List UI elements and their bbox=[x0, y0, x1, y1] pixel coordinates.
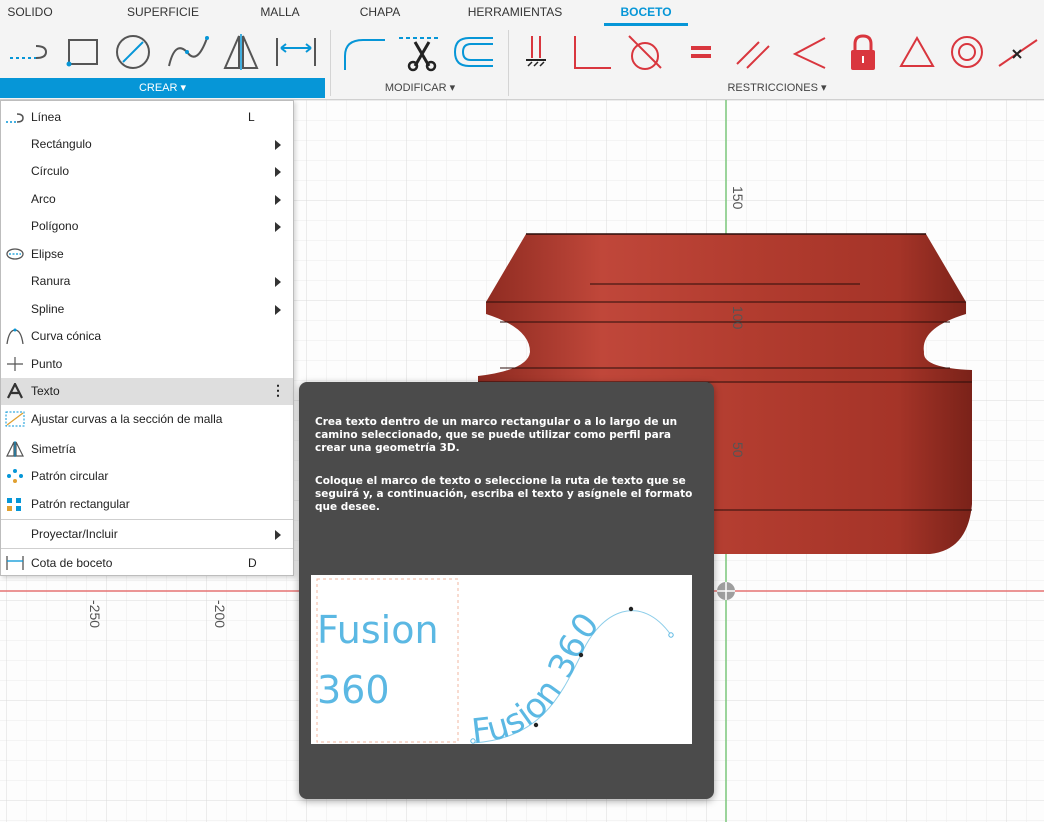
menu-separator bbox=[1, 519, 293, 520]
menu-separator bbox=[1, 548, 293, 549]
circle-tool-icon[interactable] bbox=[110, 30, 156, 74]
text-frame-outline bbox=[316, 578, 459, 743]
toolbar: CREAR ▾ MODIFICAR ▾ RESTRICCIONES ▾ bbox=[0, 26, 1044, 100]
crear-dropdown[interactable]: CREAR ▾ bbox=[0, 78, 325, 98]
tab-solido[interactable]: SOLIDO bbox=[0, 0, 60, 26]
tooltip-illustration: Fusion 360 Fusion 360 bbox=[311, 575, 692, 744]
toolbar-separator bbox=[508, 30, 509, 96]
midpoint-constraint-icon[interactable] bbox=[994, 30, 1042, 74]
tab-superficie[interactable]: SUPERFICIE bbox=[120, 0, 206, 26]
submenu-arrow-icon bbox=[275, 277, 281, 287]
menu-item-curva-conica[interactable]: Curva cónica bbox=[1, 323, 293, 350]
tab-boceto[interactable]: BOCETO bbox=[604, 0, 688, 26]
menu-item-cota-de-boceto[interactable]: Cota de boceto D bbox=[1, 550, 293, 577]
offset-tool-icon[interactable] bbox=[448, 30, 498, 74]
menu-item-poligono[interactable]: Polígono bbox=[1, 213, 293, 240]
tooltip-description: Crea texto dentro de un marco rectangula… bbox=[315, 416, 678, 454]
submenu-arrow-icon bbox=[275, 195, 281, 205]
tooltip-instructions: Coloque el marco de texto o seleccione l… bbox=[315, 475, 693, 513]
submenu-arrow-icon bbox=[275, 530, 281, 540]
concentric-constraint-icon[interactable] bbox=[944, 30, 990, 74]
submenu-arrow-icon bbox=[275, 167, 281, 177]
submenu-arrow-icon bbox=[275, 305, 281, 315]
menu-item-texto[interactable]: Texto ⋮ bbox=[1, 378, 293, 405]
lock-constraint-icon[interactable] bbox=[840, 30, 886, 74]
path-text: Fusion 360 bbox=[469, 605, 607, 744]
menu-item-arco[interactable]: Arco bbox=[1, 186, 293, 213]
spline-tool-icon[interactable] bbox=[164, 30, 214, 74]
modificar-dropdown[interactable]: MODIFICAR ▾ bbox=[335, 78, 505, 98]
menu-item-elipse[interactable]: Elipse bbox=[1, 241, 293, 268]
fix-constraint-icon[interactable] bbox=[518, 30, 558, 74]
frame-text-line2: 360 bbox=[317, 668, 390, 712]
toolbar-separator bbox=[330, 30, 331, 96]
axis-label-minus-200: -200 bbox=[212, 600, 228, 629]
tangent-constraint-icon[interactable] bbox=[620, 30, 670, 74]
triangle-constraint-icon[interactable] bbox=[894, 30, 940, 74]
more-options-icon[interactable]: ⋮ bbox=[271, 382, 285, 399]
ribbon-tabs: SOLIDO SUPERFICIE MALLA CHAPA HERRAMIENT… bbox=[0, 0, 1044, 26]
dimension-tool-icon[interactable] bbox=[270, 30, 322, 74]
mirror-tool-icon[interactable] bbox=[218, 30, 264, 74]
tab-malla[interactable]: MALLA bbox=[250, 0, 310, 26]
menu-item-patron-circular[interactable]: Patrón circular bbox=[1, 463, 293, 490]
menu-item-patron-rectangular[interactable]: Patrón rectangular bbox=[1, 491, 293, 518]
submenu-arrow-icon bbox=[275, 222, 281, 232]
mirror-icon bbox=[6, 441, 24, 457]
crear-dropdown-menu: Línea L Rectángulo Círculo Arco Polígono… bbox=[0, 100, 294, 576]
restricciones-dropdown[interactable]: RESTRICCIONES ▾ bbox=[510, 78, 1044, 98]
menu-item-ranura[interactable]: Ranura bbox=[1, 268, 293, 295]
line-tool-icon[interactable] bbox=[4, 30, 52, 74]
point-icon bbox=[7, 357, 23, 371]
submenu-arrow-icon bbox=[275, 140, 281, 150]
menu-item-linea[interactable]: Línea L bbox=[1, 104, 293, 131]
collinear-constraint-icon[interactable] bbox=[784, 30, 834, 74]
frame-text-line1: Fusion bbox=[317, 608, 439, 652]
sketch-dimension-icon bbox=[6, 556, 24, 570]
axis-label-50: 50 bbox=[730, 442, 746, 458]
tab-chapa[interactable]: CHAPA bbox=[352, 0, 408, 26]
circular-pattern-icon bbox=[7, 469, 23, 483]
perpendicular-constraint-icon[interactable] bbox=[566, 30, 616, 74]
line-icon bbox=[6, 113, 24, 123]
fit-curves-icon bbox=[5, 411, 25, 427]
menu-item-ajustar-curvas[interactable]: Ajustar curvas a la sección de malla bbox=[1, 406, 293, 433]
menu-item-rectangulo[interactable]: Rectángulo bbox=[1, 131, 293, 158]
texto-tooltip: Crea texto dentro de un marco rectangula… bbox=[299, 382, 714, 799]
axis-label-150: 150 bbox=[730, 186, 746, 210]
conic-curve-icon bbox=[6, 328, 24, 344]
fillet-tool-icon[interactable] bbox=[338, 30, 390, 74]
ellipse-icon bbox=[6, 248, 24, 260]
rectangular-pattern-icon bbox=[7, 498, 21, 511]
menu-item-spline[interactable]: Spline bbox=[1, 296, 293, 323]
menu-item-circulo[interactable]: Círculo bbox=[1, 158, 293, 185]
trim-scissors-icon[interactable] bbox=[394, 30, 446, 74]
axis-label-minus-250: -250 bbox=[87, 600, 103, 629]
menu-item-proyectar-incluir[interactable]: Proyectar/Incluir bbox=[1, 521, 293, 548]
axis-label-100: 100 bbox=[730, 306, 746, 330]
tab-herramientas[interactable]: HERRAMIENTAS bbox=[455, 0, 575, 26]
rectangle-tool-icon[interactable] bbox=[60, 30, 106, 74]
parallel-constraint-icon[interactable] bbox=[728, 30, 778, 74]
menu-item-punto[interactable]: Punto bbox=[1, 351, 293, 378]
menu-item-simetria[interactable]: Simetría bbox=[1, 436, 293, 463]
text-icon bbox=[7, 383, 23, 399]
equal-constraint-icon[interactable] bbox=[678, 30, 724, 74]
